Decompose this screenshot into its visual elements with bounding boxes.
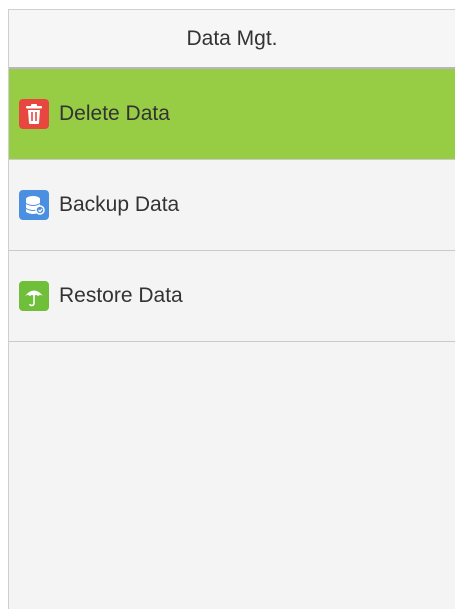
page-title-text: Data Mgt. [186,26,278,50]
page-title: Data Mgt. [9,10,455,69]
umbrella-icon [19,281,49,311]
data-management-menu: Delete Data Backup Data Restore Data [9,69,455,342]
menu-item-backup-data[interactable]: Backup Data [9,160,455,251]
menu-item-label: Delete Data [59,102,170,125]
trash-icon [19,99,49,129]
menu-item-label: Restore Data [59,284,183,307]
menu-item-restore-data[interactable]: Restore Data [9,251,455,342]
menu-item-delete-data[interactable]: Delete Data [9,69,455,160]
database-icon [19,190,49,220]
data-management-screen: Data Mgt. Delete Data Backup Data Restor… [8,9,455,609]
menu-item-label: Backup Data [59,193,180,216]
